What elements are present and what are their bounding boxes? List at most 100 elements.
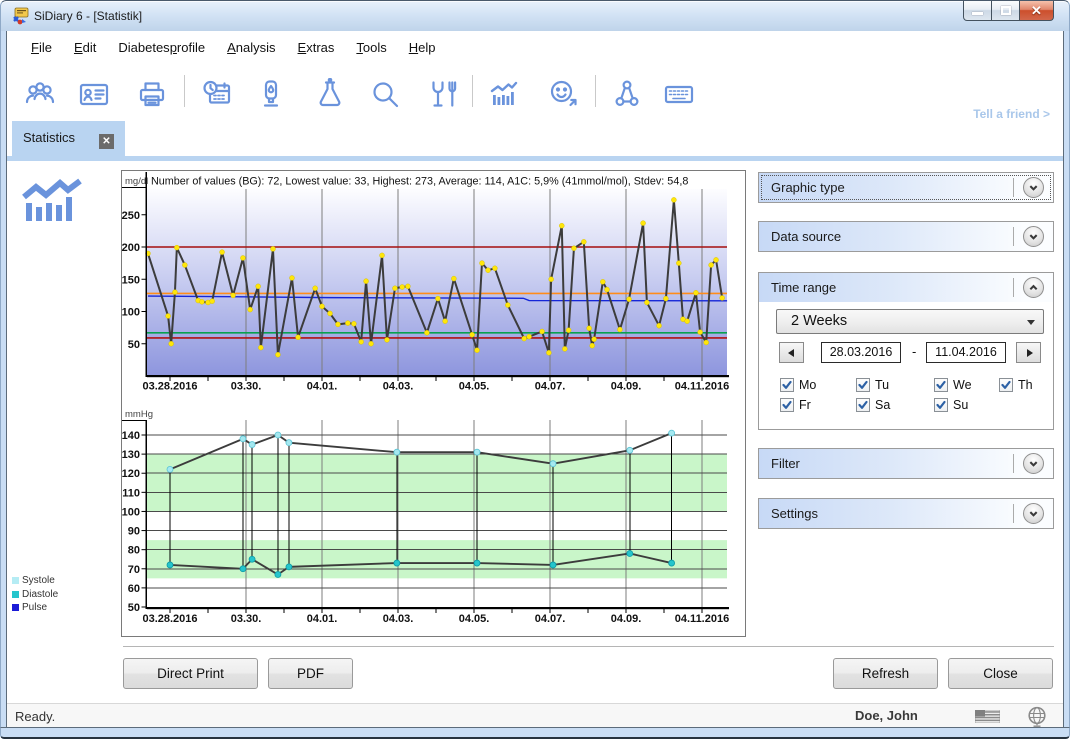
panel-settings[interactable]: Settings: [758, 498, 1054, 529]
globe-icon[interactable]: [1026, 706, 1048, 727]
svg-text:mmHg: mmHg: [125, 409, 153, 420]
svg-text:03.30.: 03.30.: [231, 613, 262, 625]
tab-label: Statistics: [23, 130, 75, 145]
chevron-down-icon[interactable]: [1023, 177, 1044, 198]
svg-text:03.28.2016: 03.28.2016: [142, 613, 197, 625]
weekday-checkbox-sa[interactable]: Sa: [856, 398, 890, 412]
bottom-separator: [123, 646, 1054, 647]
date-range-dash: -: [912, 344, 916, 359]
next-range-button[interactable]: [1016, 342, 1041, 363]
status-text: Ready.: [15, 709, 55, 724]
app-icon: [10, 7, 29, 26]
window-frame-right: [1063, 31, 1070, 727]
toolbar-separator: [184, 75, 185, 107]
toolbar-separator: [472, 75, 473, 107]
window-frame-left: [0, 31, 7, 727]
svg-text:120: 120: [122, 468, 140, 480]
svg-text:04.09.: 04.09.: [611, 381, 642, 393]
wellbeing-icon[interactable]: [547, 78, 579, 110]
svg-text:60: 60: [128, 583, 140, 595]
prev-range-button[interactable]: [779, 342, 804, 363]
statusbar: Ready. Doe, John: [7, 703, 1063, 727]
svg-text:04.07.: 04.07.: [535, 381, 566, 393]
app-window: SiDiary 6 - [Statistik] ✕ FileEditDiabet…: [0, 0, 1070, 739]
app-client-area: FileEditDiabetesprofileAnalysisExtrasToo…: [7, 31, 1063, 727]
tab-statistics[interactable]: Statistics ✕: [12, 121, 125, 156]
toolbar-separator: [595, 75, 596, 107]
close-window-button[interactable]: ✕: [1019, 1, 1054, 21]
panel-title: Filter: [771, 456, 800, 471]
menu-help[interactable]: Help: [398, 31, 447, 63]
weekday-checkbox-su[interactable]: Su: [934, 398, 968, 412]
panel-title: Data source: [771, 229, 841, 244]
menu-extras[interactable]: Extras: [287, 31, 346, 63]
svg-text:250: 250: [122, 210, 140, 222]
pdf-button[interactable]: PDF: [268, 658, 353, 689]
chevron-down-icon[interactable]: [1023, 503, 1044, 524]
svg-text:80: 80: [128, 545, 140, 557]
menu-edit[interactable]: Edit: [63, 31, 107, 63]
svg-text:130: 130: [122, 449, 140, 461]
meter-icon[interactable]: [255, 78, 287, 110]
svg-text:110: 110: [122, 487, 140, 499]
date-to-input[interactable]: 11.04.2016: [926, 342, 1006, 363]
direct-print-button[interactable]: Direct Print: [123, 658, 258, 689]
legend-pulse: Pulse: [12, 601, 58, 615]
menu-tools[interactable]: Tools: [345, 31, 397, 63]
panel-filter[interactable]: Filter: [758, 448, 1054, 479]
lab-icon[interactable]: [314, 78, 346, 110]
svg-text:04.03.: 04.03.: [383, 381, 414, 393]
svg-text:50: 50: [128, 602, 140, 614]
menubar: FileEditDiabetesprofileAnalysisExtrasToo…: [7, 31, 1063, 63]
statistics-sidebar-icon: [20, 175, 84, 229]
nutrition-icon[interactable]: [427, 78, 459, 110]
svg-text:04.05.: 04.05.: [459, 381, 490, 393]
close-button[interactable]: Close: [948, 658, 1053, 689]
weekday-checkbox-fr[interactable]: Fr: [780, 398, 811, 412]
panel-title: Settings: [771, 506, 818, 521]
statistics-icon[interactable]: [487, 78, 519, 110]
calendar-clock-icon[interactable]: [201, 78, 233, 110]
tab-close-icon[interactable]: ✕: [99, 134, 114, 149]
weekday-checkbox-mo[interactable]: Mo: [780, 378, 816, 392]
panel-data-source[interactable]: Data source: [758, 221, 1054, 252]
tabstrip: [7, 156, 1063, 161]
menu-file[interactable]: File: [20, 31, 63, 63]
refresh-button[interactable]: Refresh: [833, 658, 938, 689]
chevron-up-icon[interactable]: [1023, 277, 1044, 298]
panel-time-range[interactable]: Time range 2 Weeks 28.03.2016 - 11.04.20…: [758, 272, 1054, 430]
titlebar: SiDiary 6 - [Statistik] ✕: [0, 0, 1070, 31]
minimize-button[interactable]: [963, 1, 992, 21]
tell-a-friend-link[interactable]: Tell a friend >: [973, 107, 1050, 121]
weekday-checkbox-we[interactable]: We: [934, 378, 972, 392]
svg-text:04.07.: 04.07.: [535, 613, 566, 625]
panel-graphic-type[interactable]: Graphic type: [758, 172, 1054, 203]
weekday-checkbox-th[interactable]: Th: [999, 378, 1033, 392]
maximize-button[interactable]: [991, 1, 1020, 21]
search-icon[interactable]: [369, 78, 401, 110]
svg-text:200: 200: [122, 242, 140, 254]
profile-card-icon[interactable]: [78, 78, 110, 110]
keyboard-icon[interactable]: [663, 78, 695, 110]
legend-systole: Systole: [12, 574, 58, 588]
panel-title: Graphic type: [771, 180, 845, 195]
time-range-value: 2 Weeks: [791, 313, 847, 329]
svg-text:70: 70: [128, 564, 140, 576]
weekday-checkbox-tu[interactable]: Tu: [856, 378, 889, 392]
svg-text:03.30.: 03.30.: [231, 381, 262, 393]
patients-icon[interactable]: [24, 78, 56, 110]
svg-text:04.11.2016: 04.11.2016: [675, 381, 729, 393]
chevron-down-icon[interactable]: [1023, 453, 1044, 474]
svg-text:04.03.: 04.03.: [383, 613, 414, 625]
time-range-select[interactable]: 2 Weeks: [776, 309, 1044, 334]
menu-analysis[interactable]: Analysis: [216, 31, 286, 63]
language-flag-icon[interactable]: [975, 710, 1000, 723]
chevron-down-icon[interactable]: [1023, 226, 1044, 247]
chart-area: 5010015020025003.28.201603.30.04.01.04.0…: [121, 170, 746, 637]
menu-diabetesprofile[interactable]: Diabetesprofile: [107, 31, 216, 63]
date-from-input[interactable]: 28.03.2016: [821, 342, 901, 363]
panel-title: Time range: [771, 280, 836, 295]
print-icon[interactable]: [136, 78, 168, 110]
svg-text:04.11.2016: 04.11.2016: [675, 613, 729, 625]
share-icon[interactable]: [611, 78, 643, 110]
